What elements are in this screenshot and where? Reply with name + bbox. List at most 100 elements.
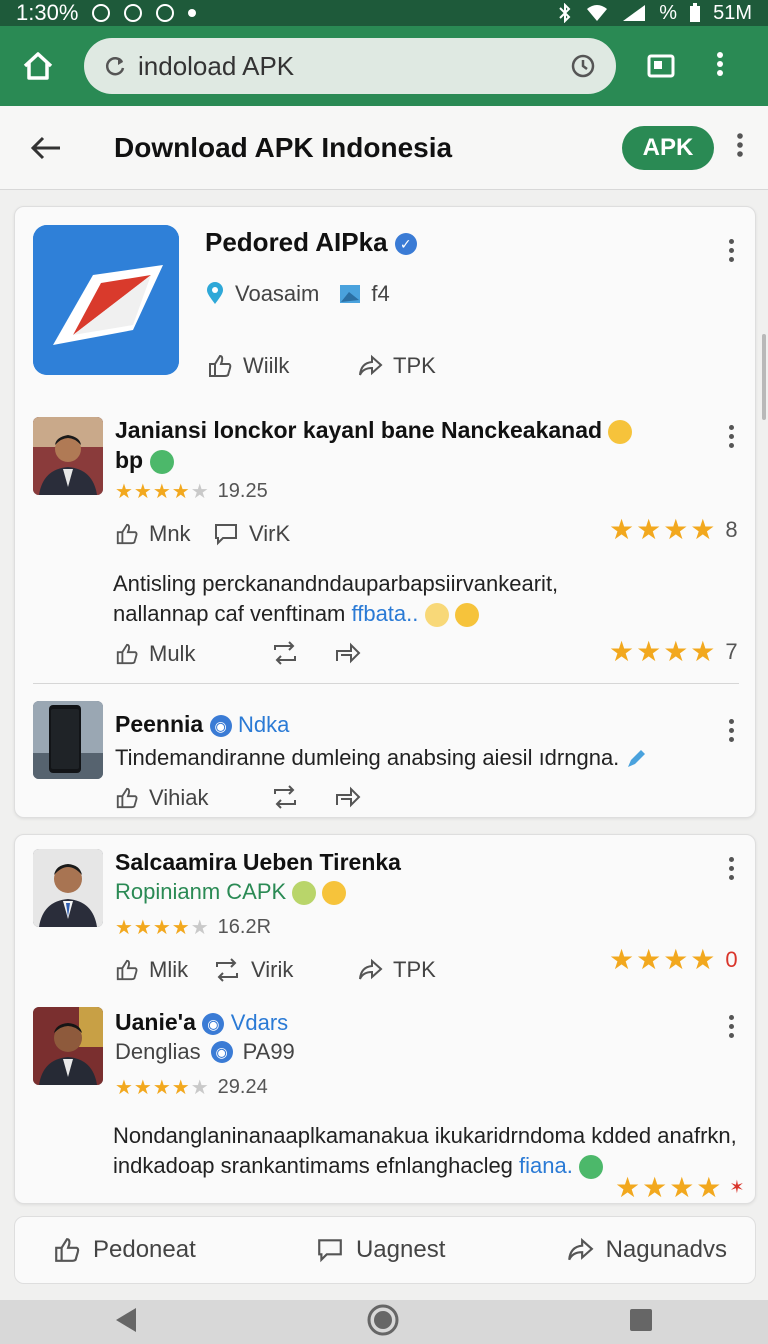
thumbs-up-icon bbox=[116, 959, 138, 981]
review-menu-button[interactable] bbox=[729, 1015, 735, 1042]
battery-icon bbox=[690, 3, 701, 22]
review-like-button[interactable]: Mnk bbox=[115, 521, 191, 547]
reviewer-sub: Ropinianm CAPK bbox=[115, 879, 347, 906]
review-text-link[interactable]: fiana. bbox=[519, 1153, 573, 1178]
device-like-button[interactable]: Vihiak bbox=[115, 785, 209, 811]
more-vertical-icon bbox=[737, 133, 743, 157]
device-menu-button[interactable] bbox=[729, 719, 735, 746]
star-rating: ★★★★ bbox=[609, 944, 718, 975]
star-rating: ★★★★★ bbox=[115, 917, 210, 939]
reviewer-tag[interactable]: Vdars bbox=[231, 1010, 288, 1035]
star-rating: ★★★★★ bbox=[115, 1077, 210, 1099]
reload-icon bbox=[105, 57, 125, 76]
repost-button[interactable] bbox=[271, 785, 299, 814]
comment-icon bbox=[215, 524, 237, 546]
status-time: 1:30% bbox=[16, 0, 79, 25]
repost-button[interactable] bbox=[271, 641, 299, 670]
device-thumbnail[interactable] bbox=[33, 701, 103, 779]
bottom-like-label: Pedoneat bbox=[93, 1236, 196, 1263]
url-field[interactable]: indoload APK bbox=[84, 38, 616, 94]
nav-back-button[interactable] bbox=[114, 1306, 138, 1339]
review-right-rating: ★★★★ 8 bbox=[609, 513, 738, 546]
review-text-line2: nallannap caf venftinam bbox=[113, 601, 346, 626]
back-triangle-icon bbox=[116, 1307, 137, 1332]
app-menu-button[interactable] bbox=[729, 239, 735, 266]
signal-icon bbox=[623, 5, 646, 21]
avatar[interactable] bbox=[33, 1007, 103, 1085]
bottom-share-button[interactable]: Nagunadvs bbox=[566, 1236, 727, 1264]
apk-button[interactable]: APK bbox=[622, 125, 714, 170]
device-tag[interactable]: Ndka bbox=[238, 712, 289, 737]
star-rating: ★★★★★ bbox=[115, 481, 210, 503]
review-rating: ★★★★★ 16.2R bbox=[115, 915, 271, 940]
forward-icon bbox=[336, 642, 361, 664]
notification-icons bbox=[92, 4, 197, 22]
smile-emoji-icon bbox=[149, 449, 174, 474]
arrow-back-icon bbox=[30, 136, 60, 159]
recents-square-icon bbox=[629, 1308, 652, 1331]
star-rating: ★★★★ bbox=[615, 1172, 724, 1203]
reviewer-name: Uanie'a ◉ Vdars bbox=[115, 1007, 288, 1038]
tabs-button[interactable] bbox=[646, 51, 676, 81]
forward-button[interactable] bbox=[333, 783, 361, 814]
forward-button[interactable] bbox=[333, 639, 361, 670]
review-menu-button[interactable] bbox=[729, 425, 735, 452]
home-button[interactable] bbox=[16, 44, 60, 88]
review-like-button[interactable]: Mlik bbox=[115, 957, 188, 983]
nav-recents-button[interactable] bbox=[628, 1307, 654, 1338]
scrollbar[interactable] bbox=[762, 334, 766, 420]
bottom-comment-button[interactable]: Uagnest bbox=[316, 1236, 445, 1264]
app-logo-icon bbox=[33, 225, 179, 375]
location-icon bbox=[207, 282, 223, 304]
reviewer-name-text: Uanie'a bbox=[115, 1009, 196, 1035]
globe-icon: ◉ bbox=[202, 1012, 225, 1035]
review-like-label: Mnk bbox=[149, 521, 191, 546]
home-circle-icon bbox=[367, 1304, 399, 1335]
person-avatar-icon bbox=[33, 1007, 103, 1085]
more-vertical-icon bbox=[717, 51, 723, 76]
browser-menu-button[interactable] bbox=[716, 51, 724, 82]
reviewer-sub-text: Denglias bbox=[115, 1039, 201, 1064]
surprised-emoji-icon bbox=[424, 603, 449, 628]
app-meta: Voasaim f4 bbox=[205, 281, 390, 307]
app-logo[interactable] bbox=[33, 225, 179, 375]
app-like-button[interactable]: Wiilk bbox=[207, 353, 289, 379]
review-like-label: Mlik bbox=[149, 957, 189, 982]
repost-icon bbox=[274, 785, 296, 809]
review-comment-label: VirK bbox=[249, 521, 291, 546]
review-menu-button[interactable] bbox=[729, 857, 735, 884]
review-text-line1: Antisling perckanandndauparbapsiirvankea… bbox=[113, 571, 559, 596]
comment-icon bbox=[318, 1239, 342, 1263]
review-like-button[interactable]: Mulk bbox=[115, 641, 195, 667]
bottom-like-button[interactable]: Pedoneat bbox=[53, 1236, 196, 1264]
review-comment-button[interactable]: VirK bbox=[213, 521, 290, 547]
header-menu-button[interactable] bbox=[736, 132, 744, 163]
nav-home-button[interactable] bbox=[367, 1304, 399, 1341]
thumbs-up-icon bbox=[209, 354, 232, 377]
reviewer-name: Janiansi lonckor kayanl bane Nanckeakana… bbox=[115, 415, 675, 475]
rating-count: 7 bbox=[725, 638, 738, 664]
repost-icon bbox=[274, 641, 296, 665]
notification-dot-icon bbox=[188, 9, 197, 17]
review-share-button[interactable]: TPK bbox=[357, 957, 436, 983]
notification-icon bbox=[124, 4, 143, 22]
avatar[interactable] bbox=[33, 849, 103, 927]
review-text-link[interactable]: ffbata.. bbox=[352, 601, 419, 626]
avatar[interactable] bbox=[33, 417, 103, 495]
review-like-label: Mulk bbox=[149, 641, 196, 666]
back-button[interactable] bbox=[24, 126, 68, 170]
review-right-rating: ★★★★ ✶ bbox=[615, 1171, 745, 1204]
app-share-button[interactable]: TPK bbox=[357, 353, 436, 379]
bottom-action-bar: Pedoneat Uagnest Nagunadvs bbox=[14, 1216, 756, 1284]
history-icon[interactable] bbox=[570, 53, 596, 79]
rating-count: 8 bbox=[725, 516, 738, 542]
url-text: indoload APK bbox=[138, 50, 295, 81]
status-bar: 1:30% % 51M bbox=[0, 0, 768, 26]
reviewer-name-line1: Janiansi lonckor kayanl bane Nanckeakana… bbox=[115, 417, 603, 443]
smile-emoji-icon bbox=[608, 419, 633, 444]
system-nav-bar bbox=[0, 1300, 768, 1344]
reviewer-sub-tag: PA99 bbox=[242, 1039, 295, 1064]
forward-icon bbox=[336, 786, 361, 808]
review-comment-button[interactable]: Virik bbox=[213, 957, 293, 983]
share-icon bbox=[567, 1237, 594, 1261]
